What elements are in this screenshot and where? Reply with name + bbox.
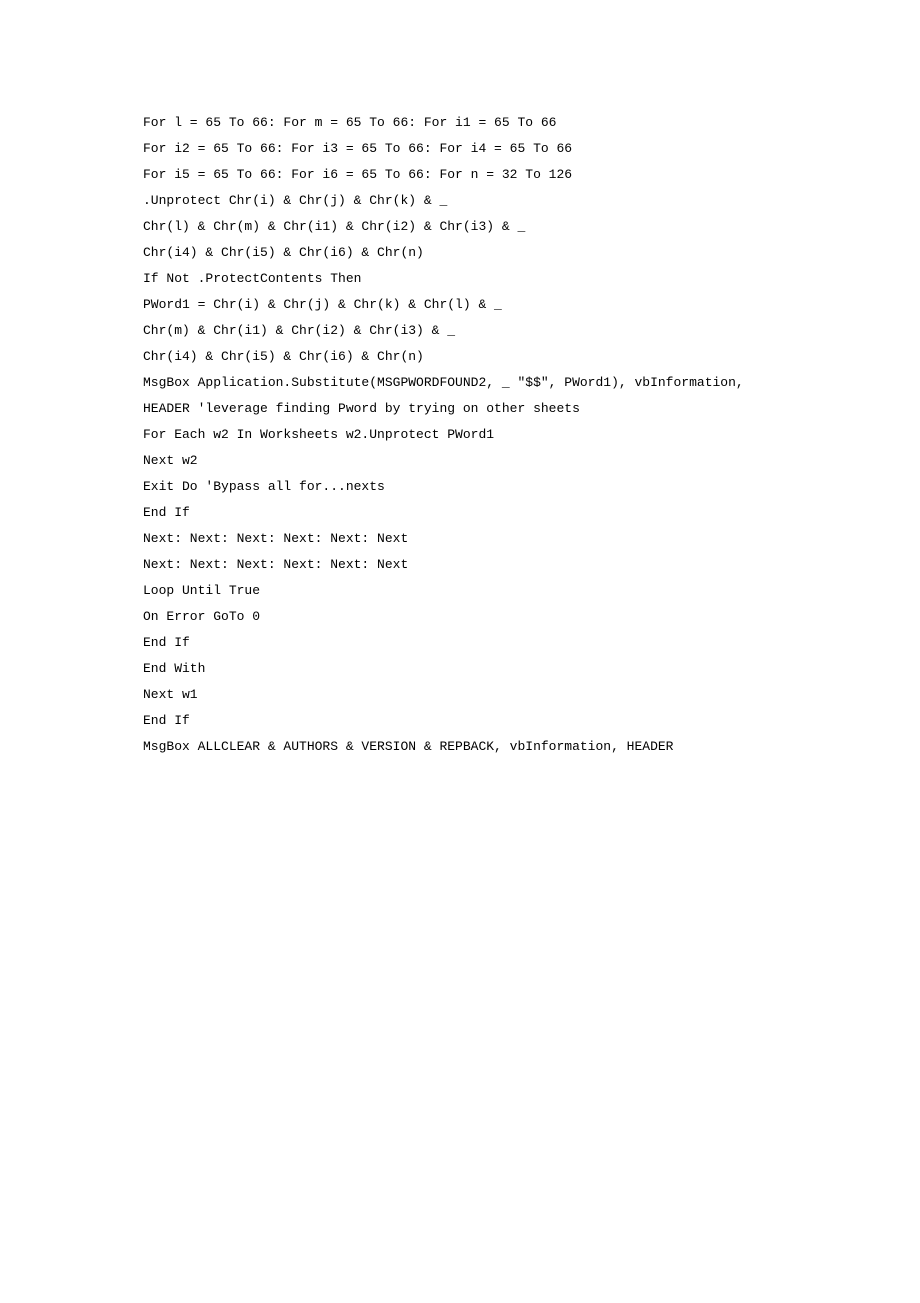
code-line: Loop Until True bbox=[143, 578, 777, 604]
code-line: End If bbox=[143, 630, 777, 656]
code-block: For l = 65 To 66: For m = 65 To 66: For … bbox=[143, 110, 777, 760]
code-line: Exit Do 'Bypass all for...nexts bbox=[143, 474, 777, 500]
code-line: Chr(m) & Chr(i1) & Chr(i2) & Chr(i3) & _ bbox=[143, 318, 777, 344]
code-line: PWord1 = Chr(i) & Chr(j) & Chr(k) & Chr(… bbox=[143, 292, 777, 318]
code-line: .Unprotect Chr(i) & Chr(j) & Chr(k) & _ bbox=[143, 188, 777, 214]
code-line: End If bbox=[143, 500, 777, 526]
code-line: Next w1 bbox=[143, 682, 777, 708]
code-line: Next w2 bbox=[143, 448, 777, 474]
code-line: On Error GoTo 0 bbox=[143, 604, 777, 630]
code-line: For l = 65 To 66: For m = 65 To 66: For … bbox=[143, 110, 777, 136]
code-line: End If bbox=[143, 708, 777, 734]
code-line: Chr(i4) & Chr(i5) & Chr(i6) & Chr(n) bbox=[143, 344, 777, 370]
code-line: MsgBox ALLCLEAR & AUTHORS & VERSION & RE… bbox=[143, 734, 777, 760]
code-line: Next: Next: Next: Next: Next: Next bbox=[143, 552, 777, 578]
code-line: For i5 = 65 To 66: For i6 = 65 To 66: Fo… bbox=[143, 162, 777, 188]
code-line: Chr(l) & Chr(m) & Chr(i1) & Chr(i2) & Ch… bbox=[143, 214, 777, 240]
code-line: Chr(i4) & Chr(i5) & Chr(i6) & Chr(n) bbox=[143, 240, 777, 266]
code-line: If Not .ProtectContents Then bbox=[143, 266, 777, 292]
code-line: MsgBox Application.Substitute(MSGPWORDFO… bbox=[143, 370, 777, 422]
code-line: For Each w2 In Worksheets w2.Unprotect P… bbox=[143, 422, 777, 448]
code-line: For i2 = 65 To 66: For i3 = 65 To 66: Fo… bbox=[143, 136, 777, 162]
code-line: End With bbox=[143, 656, 777, 682]
code-line: Next: Next: Next: Next: Next: Next bbox=[143, 526, 777, 552]
